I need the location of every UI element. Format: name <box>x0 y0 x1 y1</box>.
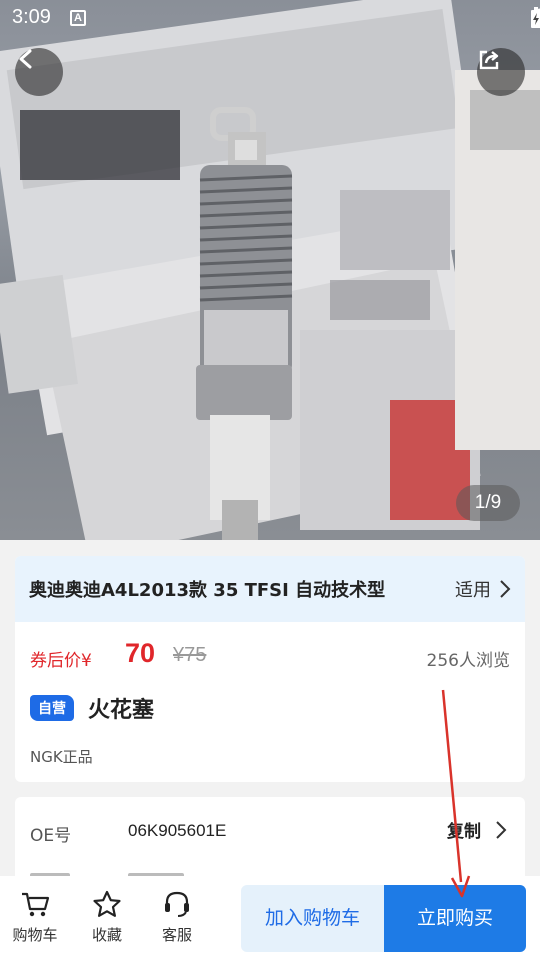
add-to-cart-button[interactable]: 加入购物车 <box>241 885 384 952</box>
cart-tab-label: 购物车 <box>12 926 58 944</box>
copy-button[interactable]: 复制 <box>447 817 507 842</box>
back-icon <box>19 49 32 69</box>
share-button[interactable] <box>477 48 525 96</box>
bottom-action-bar: 购物车 收藏 客服 加入购物车 立即购买 <box>0 876 540 960</box>
copy-label: 复制 <box>447 822 481 842</box>
spark-plug-photo <box>0 0 540 540</box>
fitment-link[interactable]: 适用 <box>455 576 511 602</box>
back-button[interactable] <box>15 48 63 96</box>
status-bar: 3:09 A <box>0 0 540 36</box>
accessibility-a-icon: A <box>70 10 86 26</box>
status-time: 3:09 <box>12 6 51 28</box>
price-label: 券后价¥ <box>30 651 92 671</box>
original-price: ¥75 <box>173 644 207 666</box>
fitment-label: 适用 <box>455 580 491 601</box>
product-name: 火花塞 <box>88 698 155 723</box>
price-value: 70 <box>125 638 156 668</box>
chevron-right-icon <box>500 580 511 598</box>
vehicle-model: 奥迪奥迪A4L2013款 35 TFSI 自动技术型 <box>29 580 386 601</box>
favorite-tab-label: 收藏 <box>91 926 122 944</box>
service-tab-label: 客服 <box>161 926 192 944</box>
chevron-right-icon <box>496 820 507 839</box>
service-tab[interactable]: 客服 <box>147 890 207 945</box>
cart-icon <box>22 892 50 917</box>
brand-note: NGK正品 <box>30 748 93 766</box>
self-operated-badge: 自营 <box>30 695 74 721</box>
oe-label: OE号 <box>30 826 72 846</box>
product-info-card: 奥迪奥迪A4L2013款 35 TFSI 自动技术型 适用 券后价¥ 70 ¥7… <box>15 556 525 782</box>
product-title-row: 自营 火花塞 <box>30 692 154 724</box>
buy-now-button[interactable]: 立即购买 <box>384 885 526 952</box>
price-row: 券后价¥ 70 ¥75 256人浏览 <box>30 638 510 672</box>
product-image[interactable]: 3:09 A 1/9 <box>0 0 540 540</box>
cart-tab[interactable]: 购物车 <box>5 890 65 945</box>
star-icon <box>93 890 121 917</box>
oe-value: 06K905601E <box>128 821 227 840</box>
share-icon <box>479 50 499 70</box>
fitment-bar[interactable]: 奥迪奥迪A4L2013款 35 TFSI 自动技术型 适用 <box>15 556 525 622</box>
battery-icon <box>531 7 540 28</box>
image-counter: 1/9 <box>456 485 520 521</box>
view-count: 256人浏览 <box>426 651 510 671</box>
favorite-tab[interactable]: 收藏 <box>77 890 137 945</box>
headset-icon <box>165 891 189 917</box>
